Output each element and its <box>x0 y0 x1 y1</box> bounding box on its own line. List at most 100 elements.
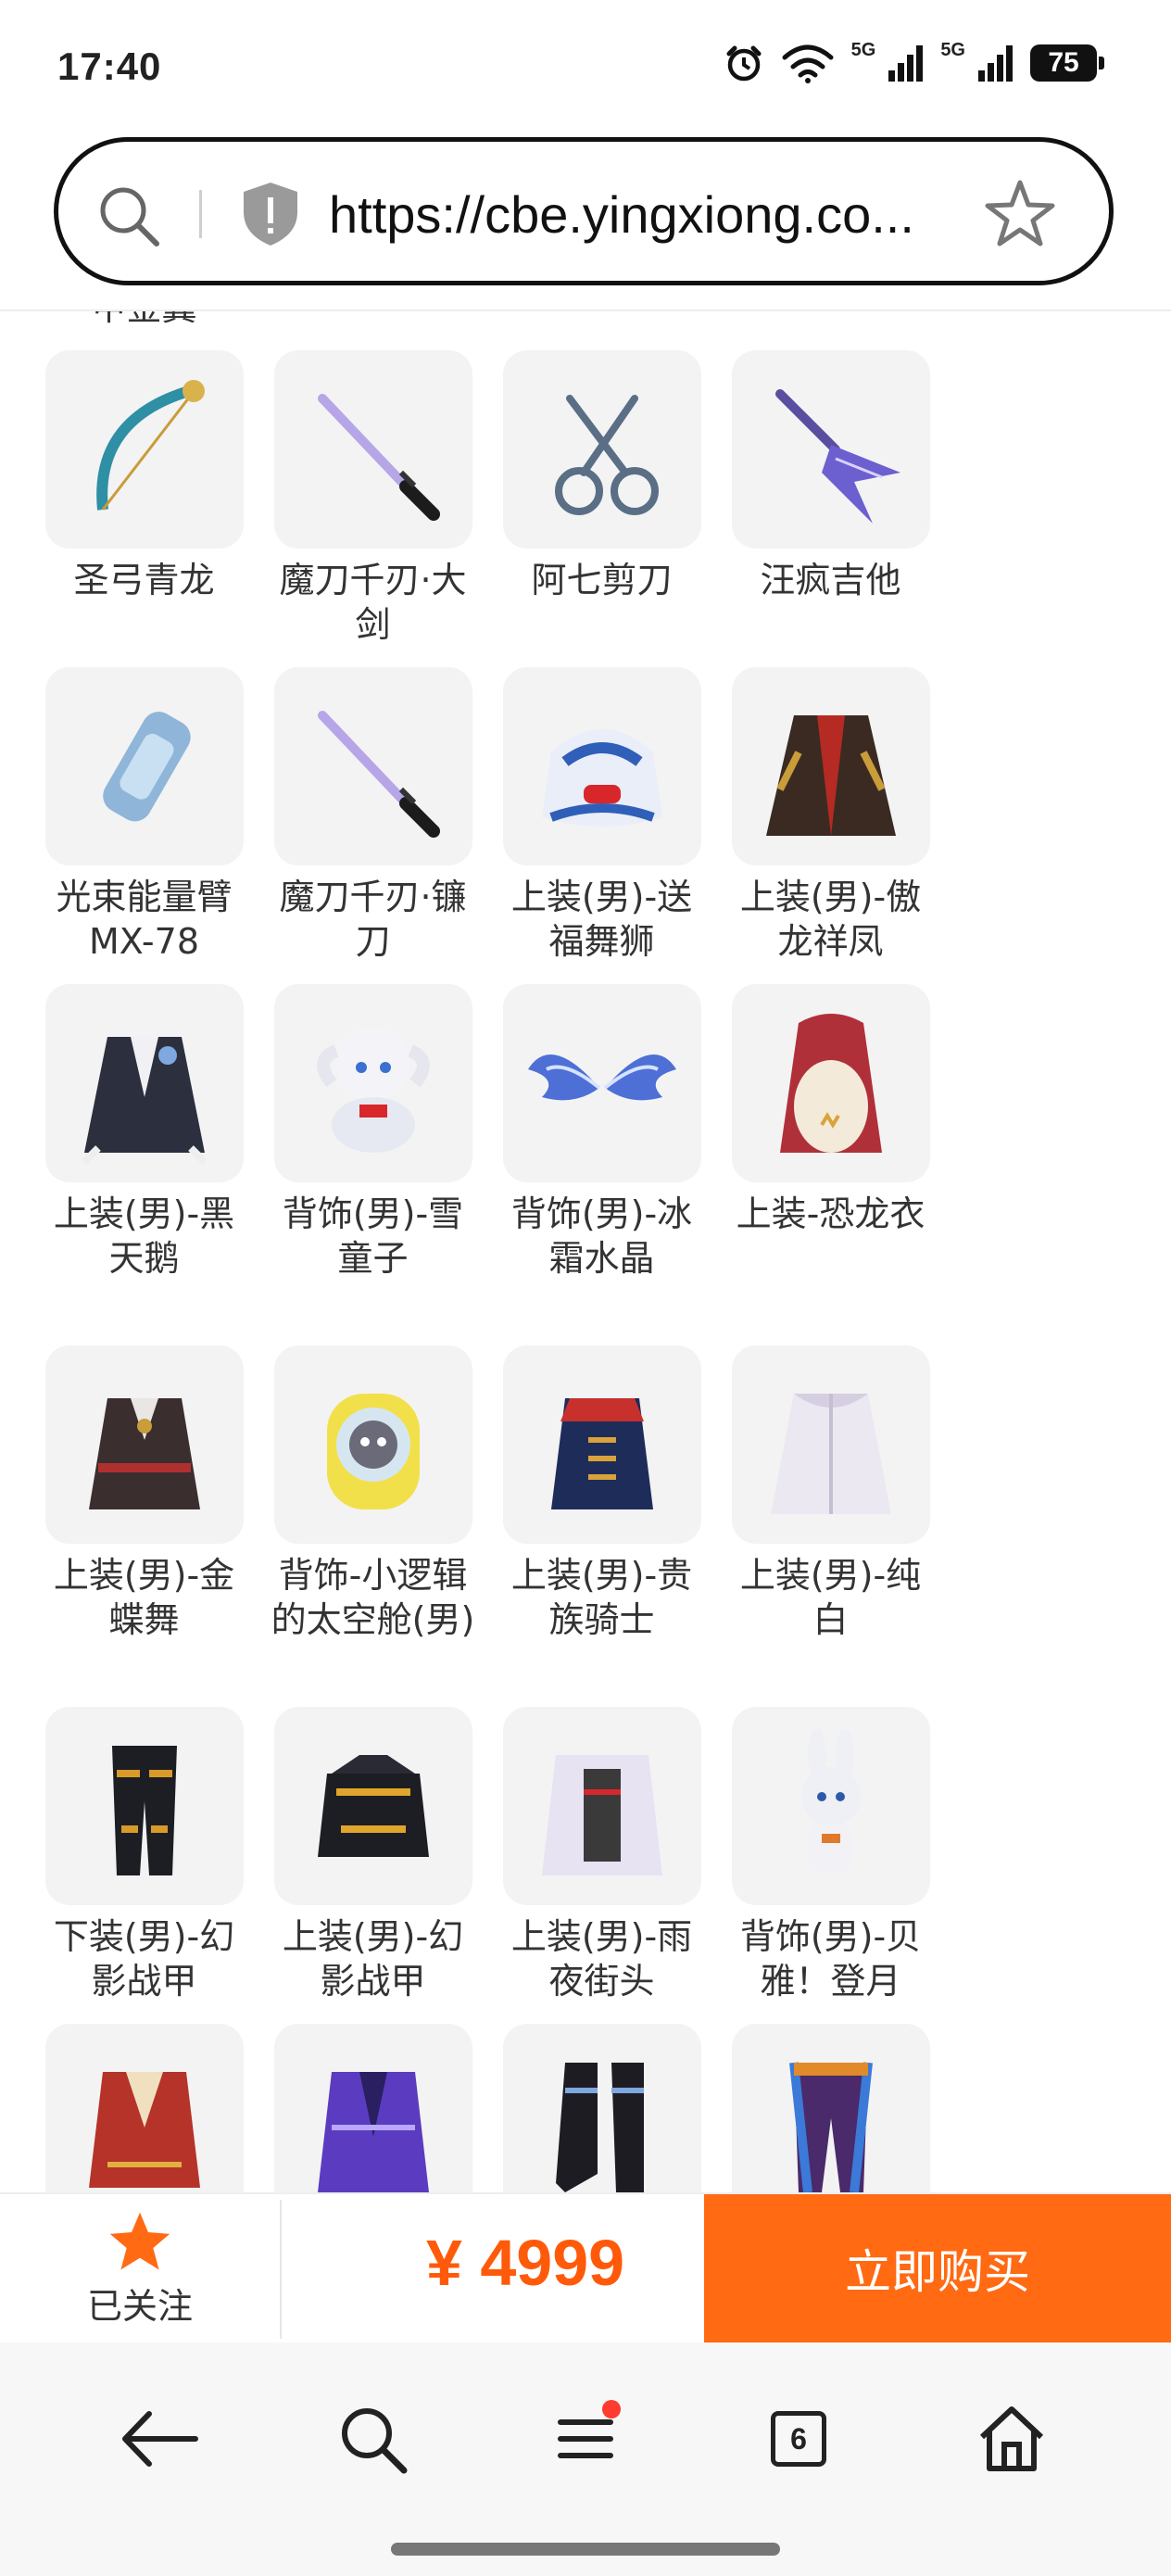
notification-dot <box>602 2400 621 2418</box>
product-item[interactable]: 上装-恐龙衣 <box>716 984 945 1345</box>
product-item[interactable]: 上装(男)-傲龙祥凤 <box>716 667 945 984</box>
purple-katana-icon[interactable] <box>273 667 472 865</box>
product-item[interactable]: 下装(男)-幻影战甲 <box>30 1707 258 2024</box>
space-capsule-icon[interactable] <box>273 1345 472 1544</box>
follow-button[interactable]: 已关注 <box>0 2194 280 2342</box>
status-icons: 5G 5G 75 <box>724 39 1104 83</box>
product-item[interactable]: 上装(男)-送福舞狮 <box>487 667 716 984</box>
product-label: 背饰(男)-圣甲金翼 <box>43 311 246 330</box>
product-label: 魔刀千刃·镰刀 <box>279 877 467 962</box>
phantom-legs-icon[interactable] <box>44 1707 244 1905</box>
product-label: 汪疯吉他 <box>760 560 901 600</box>
price-label: ¥ 4999 <box>426 2227 625 2299</box>
product-item[interactable]: 上装(男)-贵族骑士 <box>487 1345 716 1707</box>
energy-arm-icon[interactable] <box>44 667 244 865</box>
buy-now-button[interactable]: 立即购买 <box>704 2194 1171 2342</box>
battery-icon: 75 <box>1030 44 1104 82</box>
product-item[interactable]: 背饰-小逻辑的太空舱(男) <box>258 1345 487 1707</box>
product-label: 上装(男)-送福舞狮 <box>510 877 693 962</box>
bookmark-star-icon[interactable] <box>983 177 1057 255</box>
product-label: 背饰(男)-冰霜水晶 <box>510 1193 693 1279</box>
product-item[interactable]: 圣刃玄武 <box>716 311 945 350</box>
dragon-bow-icon[interactable] <box>44 350 244 549</box>
network-5g-label: 5G <box>850 39 876 60</box>
action-divider <box>280 2200 282 2339</box>
home-indicator <box>391 2543 780 2556</box>
butterfly-jacket-icon[interactable] <box>44 1345 244 1544</box>
product-item[interactable]: 魔刀千刃·大剑 <box>258 350 487 667</box>
bunny-astronaut-icon[interactable] <box>731 1707 930 1905</box>
product-item[interactable]: 上装(男)-旅途之星 <box>30 2024 258 2192</box>
url-divider <box>199 190 202 238</box>
black-swan-coat-icon[interactable] <box>44 984 244 1182</box>
product-label: 上装(男)-纯白 <box>739 1555 922 1640</box>
product-item[interactable]: 圣弩朱雀 <box>258 311 487 350</box>
home-icon[interactable] <box>956 2383 1067 2494</box>
product-item[interactable]: 上装(男)-金蝶舞 <box>30 1345 258 1707</box>
tab-count: 6 <box>771 2411 826 2467</box>
scissors-icon[interactable] <box>502 350 701 549</box>
product-item[interactable]: 上装(男)-柒·魔 <box>258 2024 487 2192</box>
product-item[interactable]: 阿七剪刀 <box>487 350 716 667</box>
purple-katana-icon[interactable] <box>273 350 472 549</box>
action-bar: 已关注 ¥ 4999 立即购买 <box>0 2192 1171 2342</box>
purple-coat-icon[interactable] <box>273 2024 472 2192</box>
product-item[interactable]: 背饰(男)-冰霜水晶 <box>487 984 716 1301</box>
product-item[interactable]: 下装(男)-思善远望 <box>716 2024 945 2192</box>
url-bar[interactable]: https://cbe.yingxiong.co... <box>54 137 1114 285</box>
product-label: 上装(男)-黑天鹅 <box>53 1193 235 1279</box>
guitar-icon[interactable] <box>731 350 930 549</box>
black-boots-icon[interactable] <box>502 2024 701 2192</box>
product-item[interactable]: 下装(男)-黑天鹅 <box>487 2024 716 2192</box>
search-nav-icon[interactable] <box>317 2383 428 2494</box>
follow-label: 已关注 <box>86 2285 193 2327</box>
product-label: 背饰(男)-雪童子 <box>282 1193 464 1279</box>
back-icon[interactable] <box>104 2383 215 2494</box>
product-label: 光束能量臂MX-78 <box>56 877 233 962</box>
url-text[interactable]: https://cbe.yingxiong.co... <box>329 184 977 245</box>
product-item[interactable]: 背饰(男)-雪童子 <box>258 984 487 1301</box>
network-5g-label-2: 5G <box>940 39 965 60</box>
product-label: 下装(男)-幻影战甲 <box>53 1916 235 2001</box>
status-bar: 17:40 5G 5G 75 <box>0 0 1171 130</box>
product-label: 背饰(男)-贝雅！登月 <box>739 1916 922 2001</box>
product-item[interactable]: 上装(男)-纯白 <box>716 1345 945 1707</box>
product-item[interactable]: 上装(男)-黑天鹅 <box>30 984 258 1301</box>
product-item[interactable]: 光束能量臂MX-78 <box>30 667 258 984</box>
product-item[interactable]: 背饰(男)-圣甲金翼 <box>30 311 258 350</box>
dino-suit-icon[interactable] <box>731 984 930 1182</box>
product-item[interactable]: 汪疯吉他 <box>716 350 945 667</box>
dragon-robe-icon[interactable] <box>731 667 930 865</box>
white-coat-icon[interactable] <box>731 1345 930 1544</box>
street-jacket-icon[interactable] <box>502 1707 701 1905</box>
signal-icon-2 <box>978 45 1013 82</box>
product-label: 上装(男)-金蝶舞 <box>53 1555 235 1640</box>
product-item[interactable]: 上装(男)-雨夜街头 <box>487 1707 716 2024</box>
product-label: 上装(男)-贵族骑士 <box>510 1555 693 1640</box>
browser-nav-bar: 6 <box>0 2342 1171 2576</box>
menu-icon[interactable] <box>530 2383 641 2494</box>
item-grid: 背饰(男)-圣甲金翼圣弩朱雀圣斧白虎圣刃玄武圣弓青龙 魔刀千刃·大剑 阿七剪刀 汪疯吉… <box>0 311 1171 2192</box>
product-item[interactable]: 上装(男)-幻影战甲 <box>258 1707 487 2024</box>
sport-pants-icon[interactable] <box>731 2024 930 2192</box>
phantom-armor-icon[interactable] <box>273 1707 472 1905</box>
item-grid-inner: 背饰(男)-圣甲金翼圣弩朱雀圣斧白虎圣刃玄武圣弓青龙 魔刀千刃·大剑 阿七剪刀 汪疯吉… <box>30 311 1151 2192</box>
product-label: 上装-恐龙衣 <box>736 1193 925 1234</box>
product-label: 魔刀千刃·大剑 <box>279 560 467 645</box>
tabs-button[interactable]: 6 <box>743 2383 854 2494</box>
product-item[interactable]: 圣弓青龙 <box>30 350 258 667</box>
product-label: 上装(男)-傲龙祥凤 <box>739 877 922 962</box>
product-label: 背饰-小逻辑的太空舱(男) <box>271 1555 475 1640</box>
product-label: 上装(男)-幻影战甲 <box>282 1916 464 2001</box>
product-item[interactable]: 圣斧白虎 <box>487 311 716 350</box>
knight-coat-icon[interactable] <box>502 1345 701 1544</box>
product-item[interactable]: 背饰(男)-贝雅！登月 <box>716 1707 945 2024</box>
ice-wings-icon[interactable] <box>502 984 701 1182</box>
travel-coat-icon[interactable] <box>44 2024 244 2192</box>
product-label: 上装(男)-雨夜街头 <box>510 1916 693 2001</box>
snow-child-icon[interactable] <box>273 984 472 1182</box>
lion-costume-icon[interactable] <box>502 667 701 865</box>
shield-icon[interactable] <box>240 179 301 253</box>
product-item[interactable]: 魔刀千刃·镰刀 <box>258 667 487 984</box>
search-icon[interactable] <box>94 181 164 255</box>
